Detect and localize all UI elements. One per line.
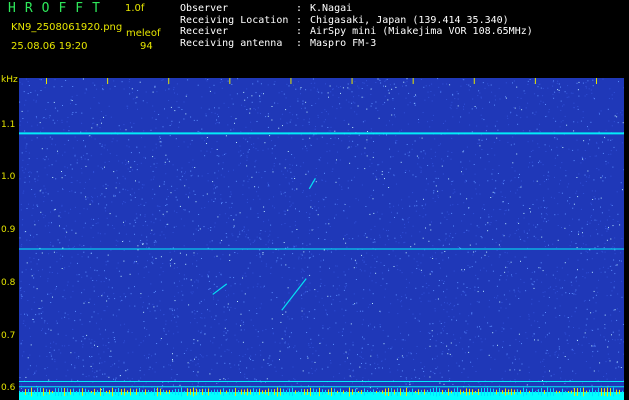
y-tick-label: 0.7 xyxy=(1,330,16,341)
spectrogram-plot xyxy=(19,78,624,400)
info-separator: : xyxy=(296,26,303,37)
y-tick-label: 1.1 xyxy=(1,119,16,130)
info-value: AirSpy mini (Miakejima VOR 108.65MHz) xyxy=(310,26,533,37)
spectrogram-svg xyxy=(19,78,624,400)
y-tick-label: 0.6 xyxy=(1,383,16,394)
y-axis-unit: kHz xyxy=(1,75,18,85)
info-row-observer: Observer : K.Nagai xyxy=(180,3,533,15)
info-label: Observer xyxy=(180,3,229,14)
info-separator: : xyxy=(296,14,303,26)
version-label: 1.0f xyxy=(125,3,145,14)
info-label: Receiving antenna xyxy=(180,37,283,49)
header-panel: HROFFT 1.0f KN9_2508061920.png meleof 25… xyxy=(0,0,629,78)
info-label: Receiving Location xyxy=(180,14,289,26)
info-value: K.Nagai xyxy=(310,3,353,14)
observation-info: Observer : K.Nagai Receiving Location : … xyxy=(180,3,533,49)
info-row-receiver: Receiver : AirSpy mini (Miakejima VOR 10… xyxy=(180,26,533,38)
mode-label: meleof xyxy=(126,28,161,39)
timestamp-label: 25.08.06 19:20 xyxy=(11,41,88,52)
count-label: 94 xyxy=(140,41,153,52)
plot-background xyxy=(19,78,624,400)
info-value: Chigasaki, Japan (139.414 35.340) xyxy=(310,14,509,26)
y-tick-label: 0.8 xyxy=(1,277,16,288)
app-title: HROFFT xyxy=(8,1,109,16)
info-row-location: Receiving Location : Chigasaki, Japan (1… xyxy=(180,15,533,27)
info-separator: : xyxy=(296,3,303,14)
info-row-antenna: Receiving antenna : Maspro FM-3 xyxy=(180,38,533,50)
info-separator: : xyxy=(296,37,303,49)
info-value: Maspro FM-3 xyxy=(310,37,377,49)
y-tick-label: 0.9 xyxy=(1,225,16,236)
filename-label: KN9_2508061920.png xyxy=(11,22,123,33)
info-label: Receiver xyxy=(180,26,229,37)
y-tick-label: 1.0 xyxy=(1,172,16,183)
